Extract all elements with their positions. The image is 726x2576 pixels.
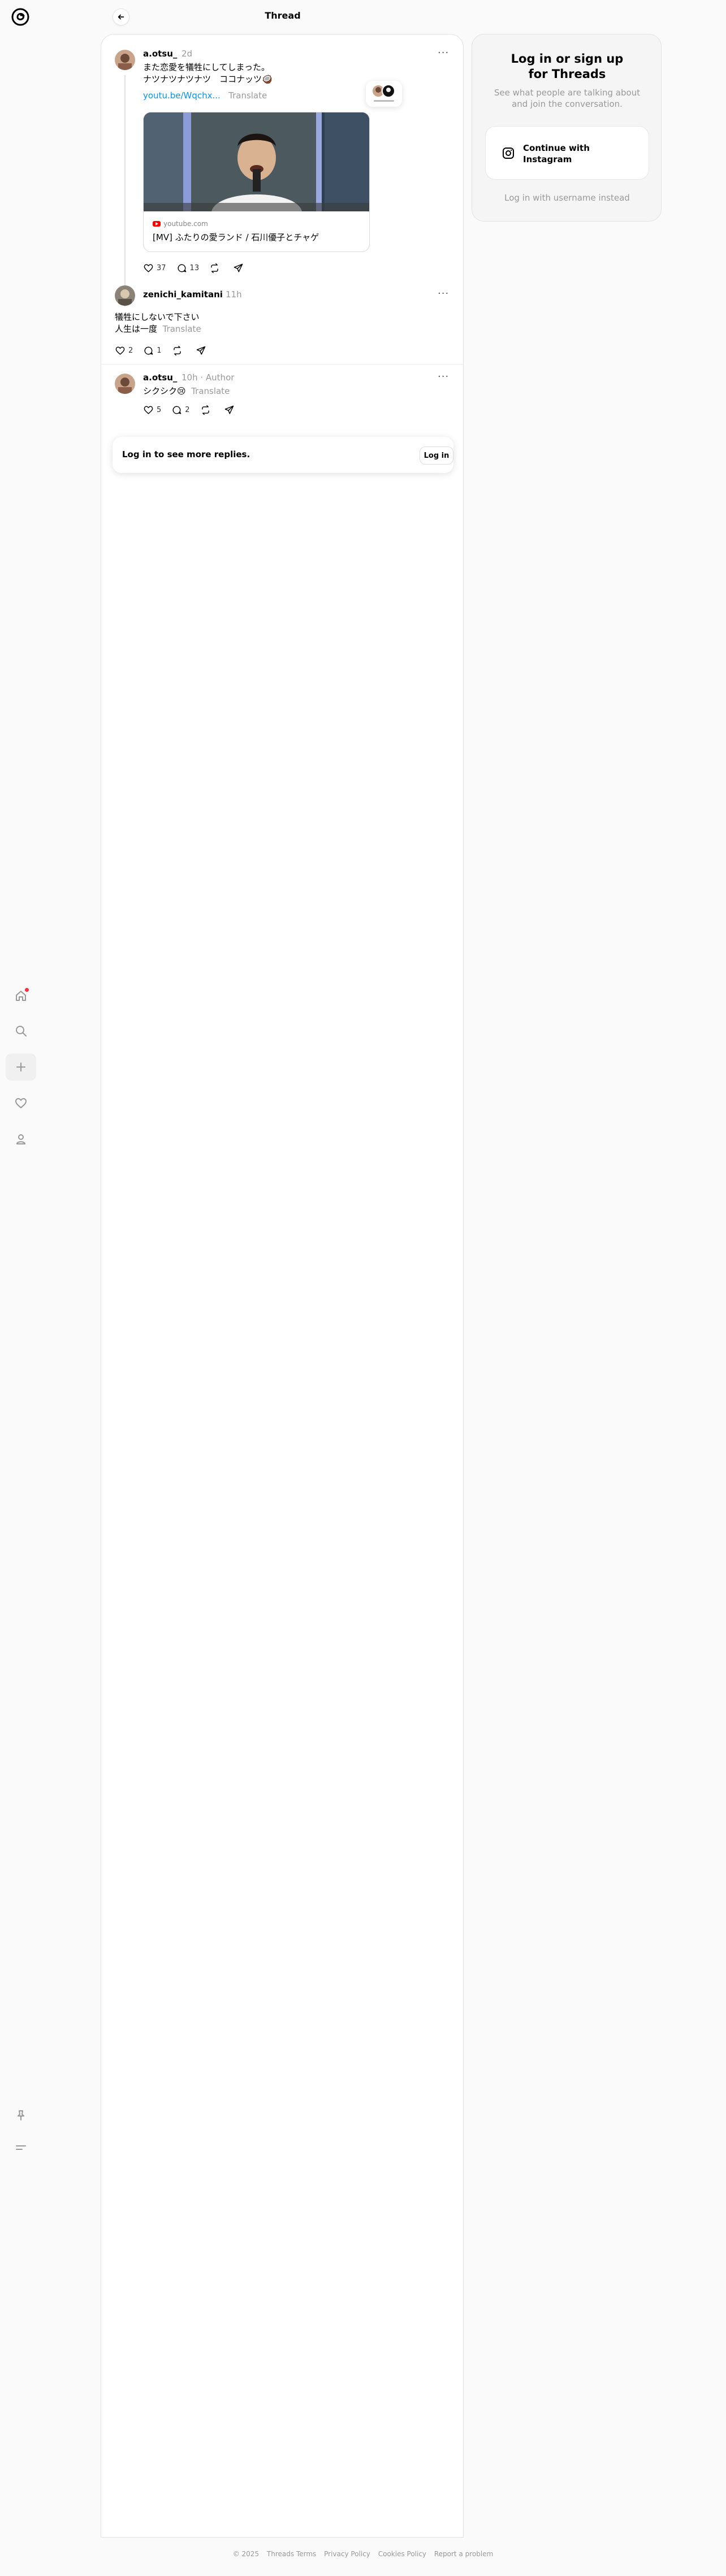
reply-button[interactable]: 2 — [171, 405, 190, 415]
post-text-line1: シクシク😢 — [143, 386, 186, 396]
share-button[interactable] — [233, 263, 247, 274]
post-username[interactable]: a.otsu_ — [143, 372, 177, 383]
like-button[interactable]: 37 — [143, 263, 166, 274]
repost-button[interactable] — [200, 405, 214, 415]
reply-button[interactable]: 1 — [143, 345, 162, 356]
comment-icon — [172, 406, 182, 414]
footer-copyright: © 2025 — [232, 2550, 260, 2558]
post-time[interactable]: 11h — [226, 289, 242, 300]
login-prompt-text: Log in to see more replies. — [122, 449, 250, 459]
repost-button[interactable] — [209, 263, 223, 274]
repost-avatars-popup — [366, 81, 402, 107]
more-options-icon[interactable]: ··· — [438, 47, 449, 59]
thread-panel: a.otsu_ 2d ··· また恋愛を犠牲にしてしまった。 ナツナツナツナツ … — [101, 34, 464, 2538]
threads-logo-icon[interactable] — [10, 7, 31, 27]
footer-terms-link[interactable]: Threads Terms — [267, 2550, 316, 2558]
home-icon[interactable] — [6, 982, 36, 1009]
post-text-line1: また恋愛を犠牲にしてしまった。 — [143, 62, 270, 72]
menu-icon[interactable] — [6, 2134, 36, 2161]
divider — [101, 364, 463, 365]
post-time[interactable]: 10h — [182, 372, 198, 383]
login-card-title-line2: for Threads — [528, 67, 606, 81]
instagram-icon — [503, 148, 514, 159]
share-icon — [196, 346, 205, 355]
post-text-line2: ナツナツナツナツ ココナッツ🥥 — [143, 74, 273, 84]
translate-link[interactable]: Translate — [228, 90, 267, 101]
thread-line — [124, 75, 126, 307]
footer-cookies-link[interactable]: Cookies Policy — [378, 2550, 426, 2558]
like-count: 2 — [128, 346, 133, 355]
avatar[interactable] — [115, 374, 135, 394]
reply-count: 2 — [185, 406, 190, 414]
login-button[interactable]: Log in — [420, 446, 453, 465]
pin-icon[interactable] — [6, 2102, 36, 2129]
post-link[interactable]: youtu.be/Wqchx... — [143, 90, 221, 101]
repost-button[interactable] — [172, 345, 185, 356]
post-username[interactable]: a.otsu_ — [143, 49, 177, 59]
back-button[interactable] — [113, 8, 129, 25]
login-prompt-bar: Log in to see more replies. Log in — [113, 437, 453, 473]
create-icon[interactable] — [6, 1053, 36, 1081]
login-card: Log in or sign up for Threads See what p… — [472, 34, 662, 222]
login-card-title-line1: Log in or sign up — [511, 52, 624, 66]
more-options-icon[interactable]: ··· — [438, 371, 449, 383]
like-button[interactable]: 2 — [115, 345, 133, 356]
avatar[interactable] — [115, 50, 135, 70]
post-actions: 37 13 — [143, 263, 257, 274]
translate-link[interactable]: Translate — [191, 386, 230, 396]
repost-icon — [201, 405, 209, 415]
reply-count: 1 — [157, 346, 162, 355]
profile-icon[interactable] — [6, 1126, 36, 1153]
reply-count: 13 — [189, 264, 200, 272]
heart-icon — [144, 406, 153, 414]
heart-icon[interactable] — [6, 1090, 36, 1117]
arrow-left-icon — [118, 14, 124, 20]
avatar[interactable] — [115, 285, 135, 306]
card-domain: youtube.com — [163, 220, 208, 228]
footer-report-link[interactable]: Report a problem — [434, 2550, 493, 2558]
post-text-line1: 犠牲にしないで下さい — [115, 312, 200, 322]
login-card-title: Log in or sign up for Threads — [483, 51, 651, 82]
reply-button[interactable]: 13 — [176, 263, 200, 274]
footer-privacy-link[interactable]: Privacy Policy — [324, 2550, 370, 2558]
share-icon — [234, 263, 243, 272]
author-badge: · Author — [200, 372, 235, 383]
login-card-subtitle: See what people are talking about and jo… — [494, 88, 641, 109]
notification-dot — [25, 988, 29, 992]
footer: © 2025 Threads Terms Privacy Policy Cook… — [0, 2550, 726, 2558]
post-actions: 2 1 — [115, 345, 219, 356]
search-icon[interactable] — [6, 1017, 36, 1044]
heart-icon — [144, 264, 153, 272]
post-text-line2: 人生は一度 — [115, 324, 158, 334]
continue-with-instagram-button[interactable]: Continue with Instagram — [485, 126, 649, 180]
like-count: 37 — [157, 264, 166, 272]
more-options-icon[interactable]: ··· — [438, 288, 449, 300]
username-login-link[interactable]: Log in with username instead — [483, 193, 651, 203]
video-thumbnail — [144, 112, 369, 211]
post-actions: 5 2 — [143, 405, 248, 415]
share-button[interactable] — [196, 345, 209, 356]
comment-icon — [178, 264, 186, 272]
heart-icon — [115, 346, 125, 355]
repost-icon — [173, 345, 181, 356]
link-preview-card[interactable]: youtube.com [MV] ふたりの愛ランド / 石川優子とチャゲ — [143, 112, 370, 252]
post-time[interactable]: 2d — [182, 49, 192, 59]
page-title: Thread — [265, 10, 301, 21]
share-icon — [224, 405, 234, 414]
post-username[interactable]: zenichi_kamitani — [143, 289, 223, 300]
youtube-icon — [153, 221, 161, 227]
like-count: 5 — [157, 406, 162, 414]
instagram-label-line1: Continue with — [523, 143, 590, 153]
card-title: [MV] ふたりの愛ランド / 石川優子とチャゲ — [153, 232, 319, 242]
share-button[interactable] — [224, 405, 237, 415]
instagram-label-line2: Instagram — [523, 154, 572, 164]
like-button[interactable]: 5 — [143, 405, 161, 415]
comment-icon — [144, 346, 153, 355]
repost-icon — [211, 263, 218, 274]
translate-link[interactable]: Translate — [163, 324, 201, 334]
